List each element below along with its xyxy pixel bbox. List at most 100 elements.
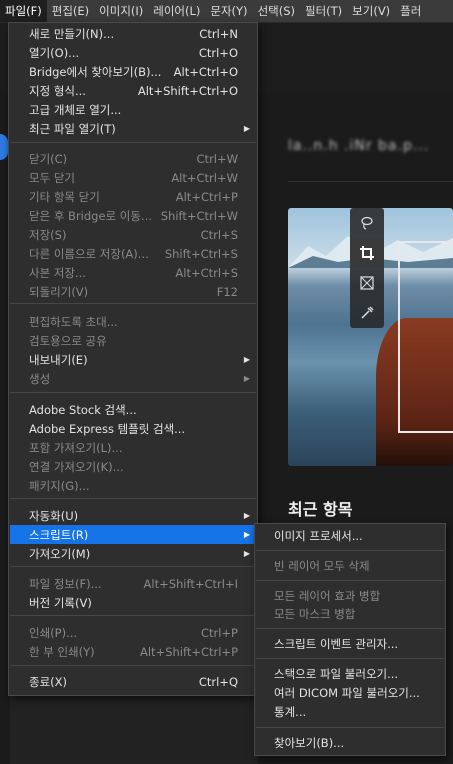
- menubar-item-7[interactable]: 보기(V): [347, 0, 395, 22]
- menu-item-label: 닫기(C): [29, 151, 68, 166]
- file-menu-item-30[interactable]: 종료(X) Ctrl+Q: [10, 672, 256, 691]
- menu-item-shortcut: Ctrl+P: [200, 625, 238, 640]
- file-menu-item-15[interactable]: 검토용으로 공유: [10, 331, 256, 350]
- menu-item-shortcut: F12: [216, 284, 238, 299]
- script-submenu-item-1[interactable]: 빈 레이어 모두 삭제: [256, 557, 444, 576]
- menubar-item-1[interactable]: 편집(E): [47, 0, 94, 22]
- menu-item-label: 저장(S): [29, 227, 67, 242]
- menubar-item-5[interactable]: 선택(S): [253, 0, 300, 22]
- submenu-separator: [256, 658, 444, 659]
- file-menu-item-14[interactable]: 편집하도록 초대...: [10, 312, 256, 331]
- script-submenu-item-0[interactable]: 이미지 프로세서...: [256, 527, 444, 546]
- menubar-item-8[interactable]: 플러: [395, 0, 426, 22]
- file-menu-item-4[interactable]: 고급 개체로 열기...: [10, 100, 256, 119]
- file-menu-item-25[interactable]: 가져오기(M) ▶: [10, 544, 256, 563]
- script-submenu-item-2[interactable]: 모든 레이어 효과 병합: [256, 587, 444, 606]
- menu-item-label: 패키지(G)...: [29, 478, 90, 493]
- file-menu-item-28[interactable]: 인쇄(P)... Ctrl+P: [10, 623, 256, 642]
- hero-tool-strip: [350, 208, 384, 328]
- menu-item-label: Bridge에서 찾아보기(B)...: [29, 64, 162, 79]
- menubar-item-0[interactable]: 파일(F): [0, 0, 47, 22]
- file-menu-item-9[interactable]: 닫은 후 Bridge로 이동... Shift+Ctrl+W: [10, 206, 256, 225]
- file-menu-item-19[interactable]: Adobe Express 템플릿 검색...: [10, 419, 256, 438]
- file-menu-item-16[interactable]: 내보내기(E) ▶: [10, 350, 256, 369]
- file-menu-item-29[interactable]: 한 부 인쇄(Y) Alt+Shift+Ctrl+P: [10, 642, 256, 661]
- menu-separator: [10, 392, 256, 393]
- submenu-separator: [256, 727, 444, 728]
- lasso-tool-icon[interactable]: [350, 208, 384, 238]
- menu-item-shortcut: Ctrl+O: [198, 45, 238, 60]
- menu-item-label: 한 부 인쇄(Y): [29, 644, 95, 659]
- file-menu-item-24[interactable]: 스크립트(R) ▶: [10, 525, 256, 544]
- file-menu-item-27[interactable]: 버전 기록(V): [10, 593, 256, 612]
- menu-item-label: 사본 저장...: [29, 265, 86, 280]
- menu-item-label: 포함 가져오기(L)...: [29, 440, 123, 455]
- file-menu-item-18[interactable]: Adobe Stock 검색...: [10, 400, 256, 419]
- submenu-arrow-icon: ▶: [243, 355, 250, 364]
- file-menu-item-0[interactable]: 새로 만들기(N)... Ctrl+N: [10, 24, 256, 43]
- file-menu-item-1[interactable]: 열기(O)... Ctrl+O: [10, 43, 256, 62]
- submenu-arrow-icon: ▶: [243, 374, 250, 383]
- submenu-arrow-icon: ▶: [243, 511, 250, 520]
- file-menu-item-8[interactable]: 기타 항목 닫기 Alt+Ctrl+P: [10, 187, 256, 206]
- menubar-item-2[interactable]: 이미지(I): [94, 0, 148, 22]
- menu-item-label: 내보내기(E): [29, 352, 88, 367]
- file-menu-item-5[interactable]: 최근 파일 열기(T) ▶: [10, 119, 256, 138]
- menu-item-shortcut: Ctrl+S: [200, 227, 238, 242]
- menu-item-label: 열기(O)...: [29, 45, 80, 60]
- menu-item-label: 지정 형식...: [29, 83, 86, 98]
- menu-item-label: 다른 이름으로 저장(A)...: [29, 246, 149, 261]
- file-menu-item-12[interactable]: 사본 저장... Alt+Ctrl+S: [10, 263, 256, 282]
- menu-item-label: 새로 만들기(N)...: [29, 26, 115, 41]
- script-submenu-item-5[interactable]: 스택으로 파일 불러오기...: [256, 665, 444, 684]
- submenu-arrow-icon: ▶: [243, 549, 250, 558]
- frame-tool-icon[interactable]: [350, 268, 384, 298]
- crop-tool-icon[interactable]: [350, 238, 384, 268]
- menu-item-shortcut: Alt+Ctrl+W: [171, 170, 238, 185]
- menu-item-label: 연결 가져오기(K)...: [29, 459, 124, 474]
- menu-item-shortcut: Ctrl+W: [196, 151, 238, 166]
- menubar: 파일(F) 편집(E) 이미지(I) 레이어(L) 문자(Y) 선택(S) 필터(T) 보기(…: [0, 0, 453, 23]
- menubar-item-3[interactable]: 레이어(L): [148, 0, 205, 22]
- menu-item-label: 파일 정보(F)...: [29, 576, 102, 591]
- submenu-arrow-icon: ▶: [243, 530, 250, 539]
- menu-item-label: 고급 개체로 열기...: [29, 102, 122, 117]
- eyedropper-tool-icon[interactable]: [350, 298, 384, 328]
- file-menu-item-6[interactable]: 닫기(C) Ctrl+W: [10, 149, 256, 168]
- menu-item-label: 인쇄(P)...: [29, 625, 78, 640]
- menu-item-label: 생성: [29, 371, 51, 386]
- file-menu-item-20[interactable]: 포함 가져오기(L)...: [10, 438, 256, 457]
- file-menu-item-10[interactable]: 저장(S) Ctrl+S: [10, 225, 256, 244]
- file-menu-item-21[interactable]: 연결 가져오기(K)...: [10, 457, 256, 476]
- menu-separator: [10, 665, 256, 666]
- menu-item-label: 종료(X): [29, 674, 68, 689]
- file-menu-item-22[interactable]: 패키지(G)...: [10, 476, 256, 495]
- menu-item-label: 버전 기록(V): [29, 595, 92, 610]
- menu-item-shortcut: Shift+Ctrl+W: [160, 208, 238, 223]
- script-submenu-item-6[interactable]: 여러 DICOM 파일 불러오기...: [256, 684, 444, 703]
- script-submenu-item-3[interactable]: 모든 마스크 병합: [256, 605, 444, 624]
- menubar-item-4[interactable]: 문자(Y): [205, 0, 252, 22]
- menu-separator: [10, 303, 256, 304]
- file-menu-item-23[interactable]: 자동화(U) ▶: [10, 506, 256, 525]
- file-menu-item-17[interactable]: 생성 ▶: [10, 369, 256, 388]
- file-menu-item-7[interactable]: 모두 닫기 Alt+Ctrl+W: [10, 168, 256, 187]
- file-menu-item-26[interactable]: 파일 정보(F)... Alt+Shift+Ctrl+I: [10, 574, 256, 593]
- script-submenu-item-4[interactable]: 스크립트 이벤트 관리자...: [256, 635, 444, 654]
- menu-item-label: 닫은 후 Bridge로 이동...: [29, 208, 152, 223]
- file-menu-item-11[interactable]: 다른 이름으로 저장(A)... Shift+Ctrl+S: [10, 244, 256, 263]
- file-menu-item-2[interactable]: Bridge에서 찾아보기(B)... Alt+Ctrl+O: [10, 62, 256, 81]
- menu-item-shortcut: Alt+Ctrl+O: [173, 64, 238, 79]
- menu-item-shortcut: Ctrl+Q: [198, 674, 238, 689]
- file-menu-item-3[interactable]: 지정 형식... Alt+Shift+Ctrl+O: [10, 81, 256, 100]
- menu-item-shortcut: Alt+Ctrl+P: [175, 189, 238, 204]
- menu-item-label: 모두 닫기: [29, 170, 75, 185]
- file-menu-item-13[interactable]: 되돌리기(V) F12: [10, 282, 256, 301]
- script-submenu: 이미지 프로세서... 빈 레이어 모두 삭제모든 레이어 효과 병합 모든 마스크…: [254, 523, 446, 756]
- script-submenu-item-8[interactable]: 찾아보기(B)...: [256, 734, 444, 753]
- menubar-item-6[interactable]: 필터(T): [300, 0, 347, 22]
- script-submenu-item-7[interactable]: 통계...: [256, 703, 444, 722]
- menu-item-label: Adobe Express 템플릿 검색...: [29, 421, 186, 436]
- menu-separator: [10, 142, 256, 143]
- menu-item-label: 최근 파일 열기(T): [29, 121, 116, 136]
